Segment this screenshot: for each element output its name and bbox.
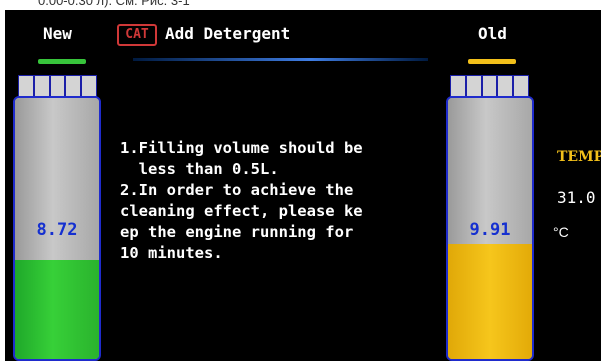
new-tank-cap: [18, 75, 97, 97]
old-tank-value: 9.91: [469, 220, 511, 240]
old-tank-label: Old: [478, 24, 507, 43]
page-title: Add Detergent: [165, 24, 291, 43]
new-tank-value: 8.72: [36, 220, 78, 240]
new-detergent-tank: 8.72: [13, 96, 101, 361]
title-underline: [133, 58, 428, 61]
old-tank-indicator: [468, 59, 516, 64]
caption-text: 0.00-0.30 л). См. Рис. 3-1: [38, 0, 190, 8]
temp-unit: °C: [553, 224, 569, 240]
instructions-text: 1.Filling volume should be less than 0.5…: [120, 139, 363, 262]
temp-label: TEMP: [557, 149, 601, 165]
new-tank-label: New: [43, 24, 72, 43]
old-detergent-tank: 9.91: [446, 96, 534, 361]
top-caption: 0.00-0.30 л). См. Рис. 3-1: [0, 0, 601, 10]
new-tank-indicator: [38, 59, 86, 64]
new-tank-level: [15, 259, 99, 359]
temp-value: 31.0: [557, 188, 596, 207]
device-screen: New CAT Add Detergent Old 8.72 9.91 1.Fi…: [5, 10, 601, 361]
cat-badge: CAT: [117, 24, 157, 46]
old-tank-level: [448, 244, 532, 359]
old-tank-cap: [450, 75, 529, 97]
